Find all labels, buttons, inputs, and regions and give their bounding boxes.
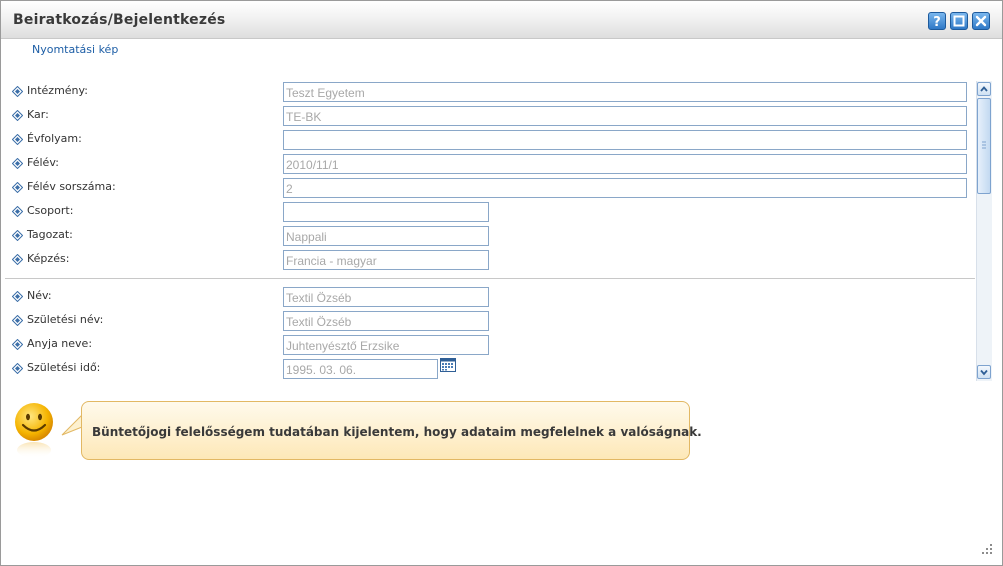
notice-text: Büntetőjogi felelősségem tudatában kijel…: [92, 425, 702, 439]
bullet-icon: [12, 315, 23, 326]
institution-field[interactable]: Teszt Egyetem: [283, 82, 967, 102]
maximize-icon: [953, 15, 965, 27]
calendar-icon[interactable]: [440, 357, 456, 373]
mother-name-label: Anyja neve:: [27, 337, 93, 350]
semester-number-field[interactable]: 2: [283, 178, 967, 198]
bullet-icon: [12, 291, 23, 302]
section-divider: [5, 278, 975, 279]
year-label: Évfolyam:: [27, 132, 82, 145]
scrollbar-thumb[interactable]: [977, 98, 991, 194]
close-icon: [975, 15, 987, 27]
bullet-icon: [12, 230, 23, 241]
window-title: Beiratkozás/Bejelentkezés: [13, 12, 226, 28]
birth-name-field[interactable]: Textil Özséb: [283, 311, 489, 331]
chevron-up-icon: [980, 86, 988, 92]
training-label: Képzés:: [27, 252, 70, 265]
help-icon: ?: [933, 15, 941, 29]
training-field[interactable]: Francia - magyar: [283, 250, 489, 270]
institution-label: Intézmény:: [27, 84, 88, 97]
group-label: Csoport:: [27, 204, 74, 217]
bullet-icon: [12, 86, 23, 97]
bullet-icon: [12, 254, 23, 265]
scroll-up-button[interactable]: [977, 82, 991, 96]
bullet-icon: [12, 363, 23, 374]
faculty-field[interactable]: TE-BK: [283, 106, 967, 126]
faculty-label: Kar:: [27, 108, 49, 121]
svg-text:?: ?: [933, 15, 941, 29]
vertical-scrollbar[interactable]: [976, 81, 992, 381]
division-label: Tagozat:: [27, 228, 73, 241]
resize-grip-icon[interactable]: [978, 541, 994, 557]
smiley-icon: [15, 403, 53, 458]
name-label: Név:: [27, 289, 52, 302]
bullet-icon: [12, 206, 23, 217]
birth-date-label: Születési idő:: [27, 361, 101, 374]
help-button[interactable]: ?: [928, 12, 946, 30]
bullet-icon: [12, 134, 23, 145]
group-field[interactable]: [283, 202, 489, 222]
name-field[interactable]: Textil Özséb: [283, 287, 489, 307]
bullet-icon: [12, 110, 23, 121]
bullet-icon: [12, 182, 23, 193]
bullet-icon: [12, 158, 23, 169]
close-button[interactable]: [972, 12, 990, 30]
birth-date-field[interactable]: 1995. 03. 06.: [283, 359, 438, 379]
scroll-down-button[interactable]: [977, 365, 991, 379]
semester-number-label: Félév sorszáma:: [27, 180, 116, 193]
year-field[interactable]: [283, 130, 967, 150]
grip-lines-icon: [982, 141, 986, 149]
bullet-icon: [12, 339, 23, 350]
maximize-button[interactable]: [950, 12, 968, 30]
chevron-down-icon: [980, 369, 988, 376]
semester-field[interactable]: 2010/11/1: [283, 154, 967, 174]
print-view-link[interactable]: Nyomtatási kép: [32, 43, 118, 56]
mother-name-field[interactable]: Juhtenyésztő Erzsike: [283, 335, 489, 355]
form-scroll-area[interactable]: Intézmény: Teszt Egyetem Kar: TE-BK Évfo…: [3, 76, 997, 383]
title-bar[interactable]: Beiratkozás/Bejelentkezés ?: [1, 1, 1002, 39]
enrollment-window: Beiratkozás/Bejelentkezés ? Nyomtatási k…: [0, 0, 1003, 566]
semester-label: Félév:: [27, 156, 59, 169]
division-field[interactable]: Nappali: [283, 226, 489, 246]
birth-name-label: Születési név:: [27, 313, 104, 326]
